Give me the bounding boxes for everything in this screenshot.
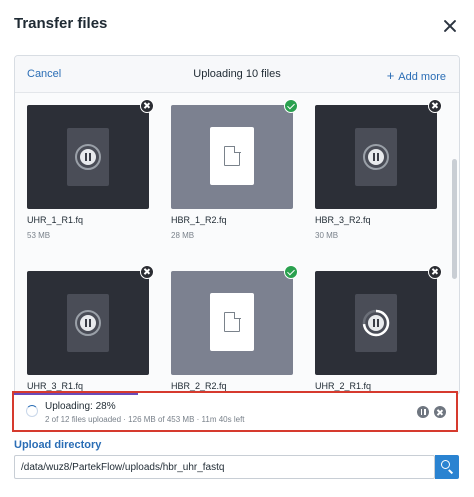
file-card <box>355 128 397 186</box>
file-size: 28 MB <box>171 231 195 240</box>
upload-progress-bar <box>14 393 138 395</box>
search-icon <box>441 460 450 469</box>
file-name: HBR_1_R2.fq <box>171 215 227 225</box>
pause-icon[interactable] <box>80 149 96 165</box>
spinner-icon <box>26 405 38 417</box>
pause-all-icon[interactable] <box>417 406 429 418</box>
file-name: HBR_3_R2.fq <box>315 215 371 225</box>
pause-icon[interactable] <box>80 315 96 331</box>
scrollbar-thumb[interactable] <box>452 159 457 279</box>
file-name: UHR_1_R1.fq <box>27 215 84 225</box>
file-card <box>210 127 254 185</box>
document-icon <box>224 145 241 166</box>
upload-panel: Cancel Uploading 10 files + Add more UHR_… <box>14 55 460 395</box>
remove-file-icon[interactable] <box>428 99 442 113</box>
file-card <box>355 294 397 352</box>
upload-percent: Uploading: 28% <box>45 401 116 412</box>
remove-file-icon[interactable] <box>140 265 154 279</box>
file-thumbnail <box>171 271 293 375</box>
upload-detail: 2 of 12 files uploaded · 126 MB of 453 M… <box>45 415 245 424</box>
file-thumbnail <box>315 271 437 375</box>
close-icon[interactable] <box>442 18 458 34</box>
file-name: UHR_3_R1.fq <box>27 381 84 391</box>
panel-header: Cancel Uploading 10 files + Add more <box>15 56 459 93</box>
file-thumbnail <box>27 105 149 209</box>
cancel-all-icon[interactable] <box>434 406 446 418</box>
upload-status-bar: Uploading: 28% 2 of 12 files uploaded · … <box>12 391 458 432</box>
file-grid: UHR_1_R1.fq 53 MB HBR_1_R2.fq 28 MB HBR_… <box>15 94 451 394</box>
search-icon-handle <box>448 469 454 474</box>
check-icon <box>284 265 298 279</box>
pause-icon[interactable] <box>368 315 384 331</box>
file-card <box>67 128 109 186</box>
browse-directory-button[interactable] <box>435 455 459 479</box>
file-name: HBR_2_R2.fq <box>171 381 227 391</box>
file-thumbnail <box>27 271 149 375</box>
file-size: 30 MB <box>315 231 339 240</box>
file-card <box>210 293 254 351</box>
file-card <box>67 294 109 352</box>
remove-file-icon[interactable] <box>140 99 154 113</box>
file-name: UHR_2_R1.fq <box>315 381 372 391</box>
file-size: 53 MB <box>27 231 51 240</box>
plus-icon: + <box>386 68 395 83</box>
add-more-button[interactable]: + Add more <box>387 68 446 83</box>
file-thumbnail <box>171 105 293 209</box>
add-more-label: Add more <box>398 71 446 83</box>
transfer-files-dialog: Transfer files Cancel Uploading 10 files… <box>0 0 474 497</box>
document-icon <box>224 311 241 332</box>
check-icon <box>284 99 298 113</box>
upload-directory-label: Upload directory <box>14 439 102 451</box>
pause-icon[interactable] <box>368 149 384 165</box>
file-thumbnail <box>315 105 437 209</box>
remove-file-icon[interactable] <box>428 265 442 279</box>
dialog-title: Transfer files <box>14 15 108 32</box>
upload-directory-input[interactable] <box>14 455 435 479</box>
